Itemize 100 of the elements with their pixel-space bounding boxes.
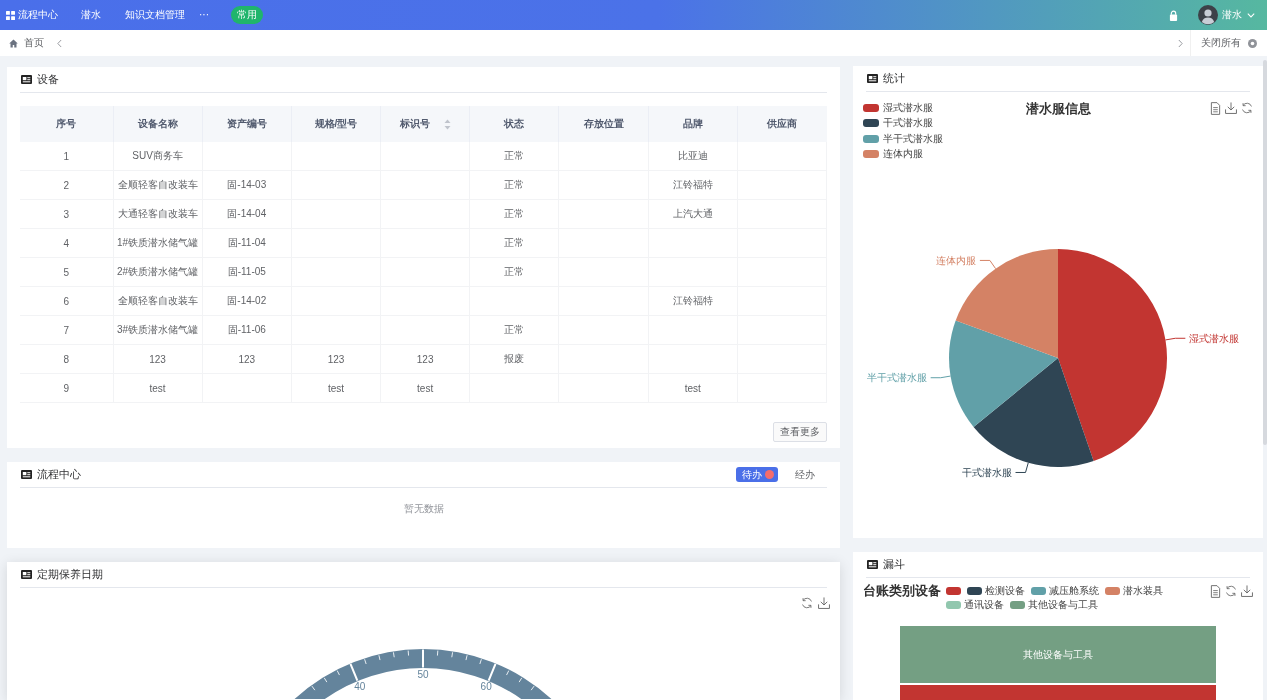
table-cell: 1#铁质潜水储气罐: [113, 228, 203, 258]
table-cell: 正常: [469, 199, 559, 229]
card-title: 设备: [37, 72, 59, 87]
table-cell: 固-14-02: [202, 286, 292, 316]
table-cell: 5: [20, 257, 113, 287]
avatar-icon: [1198, 5, 1218, 25]
pie-slice[interactable]: [949, 320, 1058, 427]
table-cell: 江铃福特: [648, 286, 738, 316]
home-icon: [9, 38, 18, 48]
table-cell: 3#铁质潜水储气罐: [113, 315, 203, 345]
legend-item[interactable]: 干式潜水服: [863, 115, 933, 131]
table-cell: 正常: [469, 315, 559, 345]
table-cell: 正常: [469, 142, 559, 171]
legend-item[interactable]: 湿式潜水服: [863, 100, 933, 116]
table-cell: 正常: [469, 228, 559, 258]
pie-label: 连体内服: [935, 254, 976, 266]
table-cell: 全顺轻客自改装车: [113, 286, 203, 316]
chart-title: 台账类别设备: [863, 583, 941, 599]
table-cell: 2#铁质潜水储气罐: [113, 257, 203, 287]
legend-item[interactable]: 潜水装具: [1105, 584, 1163, 598]
download-icon[interactable]: [1225, 102, 1237, 114]
column-header: 资产编号: [202, 106, 292, 142]
leader-line: [930, 375, 951, 379]
table-cell: 123: [380, 344, 470, 374]
table-cell: 上汽大通: [648, 199, 738, 229]
gauge-axis-label: 60: [480, 681, 492, 693]
table-cell: test: [380, 373, 470, 403]
table-cell: 4: [20, 228, 113, 258]
close-all-button[interactable]: 关闭所有: [1190, 30, 1267, 56]
table-cell: 江铃福特: [648, 170, 738, 200]
pie-label: 干式潜水服: [961, 467, 1012, 478]
page-tab[interactable]: 首页: [0, 30, 44, 56]
leader-line: [1015, 462, 1029, 473]
chevron-right-icon[interactable]: [1178, 38, 1183, 48]
table-cell: 3: [20, 199, 113, 229]
refresh-icon[interactable]: [1241, 102, 1253, 114]
pie-label: 湿式潜水服: [1189, 332, 1240, 344]
download-icon[interactable]: [1241, 585, 1253, 597]
refresh-icon[interactable]: [801, 597, 813, 609]
table-cell: 固-11-05: [202, 257, 292, 287]
document-icon[interactable]: [1210, 102, 1221, 115]
column-header: 存放位置: [558, 106, 649, 142]
document-icon[interactable]: [1210, 585, 1221, 598]
table-cell: 2: [20, 170, 113, 200]
download-icon[interactable]: [818, 597, 830, 609]
id-card-icon: [867, 560, 878, 569]
card-title: 统计: [883, 71, 905, 86]
column-header: 供应商: [737, 106, 827, 142]
table-cell: 1: [20, 142, 113, 171]
chevron-left-icon[interactable]: [57, 38, 62, 48]
table-cell: 全顺轻客自改装车: [113, 170, 203, 200]
pie-label: 半干式潜水服: [866, 372, 927, 384]
table-cell: 7: [20, 315, 113, 345]
table-cell: 123: [202, 344, 292, 374]
leader-line: [1165, 337, 1186, 341]
legend-item[interactable]: 半干式潜水服: [863, 131, 943, 147]
id-card-icon: [21, 470, 32, 479]
legend-item[interactable]: 减压舱系统: [1031, 584, 1099, 598]
table-cell: SUV商务车: [113, 142, 203, 171]
column-header: 状态: [469, 106, 559, 142]
legend-swatch-icon[interactable]: [946, 587, 961, 595]
lock-icon[interactable]: [1169, 9, 1178, 21]
table-cell: test: [291, 373, 381, 403]
column-header[interactable]: 标识号: [380, 106, 470, 142]
gauge-axis-label: 40: [354, 681, 366, 693]
status-tab[interactable]: 待办: [736, 467, 778, 482]
chevron-down-icon: [1247, 12, 1255, 18]
legend-item[interactable]: 检测设备: [967, 584, 1025, 598]
refresh-icon[interactable]: [1225, 585, 1237, 597]
pie-slice[interactable]: [1058, 249, 1167, 461]
table-cell: test: [113, 373, 203, 403]
id-card-icon: [21, 570, 32, 579]
nav-menu-item[interactable]: 知识文档管理: [125, 8, 185, 22]
legend-item[interactable]: 连体内服: [863, 146, 923, 162]
table-cell: 8: [20, 344, 113, 374]
column-header: 规格/型号: [291, 106, 381, 142]
table-cell: 报废: [469, 344, 559, 374]
column-header: 设备名称: [113, 106, 203, 142]
table-cell: 9: [20, 373, 113, 403]
nav-menu-item[interactable]: 潜水: [81, 8, 101, 22]
status-tab[interactable]: 经办: [783, 467, 827, 482]
table-cell: 正常: [469, 170, 559, 200]
id-card-icon: [21, 75, 32, 84]
id-card-icon: [867, 74, 878, 83]
table-cell: 123: [113, 344, 203, 374]
legend-item[interactable]: 其他设备与工具: [1010, 598, 1098, 612]
pie-slice[interactable]: [973, 358, 1094, 467]
card-title: 漏斗: [883, 557, 905, 572]
column-header: 序号: [20, 106, 113, 142]
grid-icon: [6, 10, 15, 20]
scrollbar-thumb[interactable]: [1263, 60, 1267, 445]
table-cell: 固-14-03: [202, 170, 292, 200]
column-header: 品牌: [648, 106, 738, 142]
more-menu-button[interactable]: ···: [199, 8, 209, 22]
table-cell: 大通轻客自改装车: [113, 199, 203, 229]
apps-menu-button[interactable]: 流程中心: [6, 8, 58, 22]
legend-item[interactable]: 通讯设备: [946, 598, 1004, 612]
view-more-button[interactable]: 查看更多: [773, 422, 827, 442]
card-title: 流程中心: [37, 467, 81, 482]
table-cell: 固-11-06: [202, 315, 292, 345]
